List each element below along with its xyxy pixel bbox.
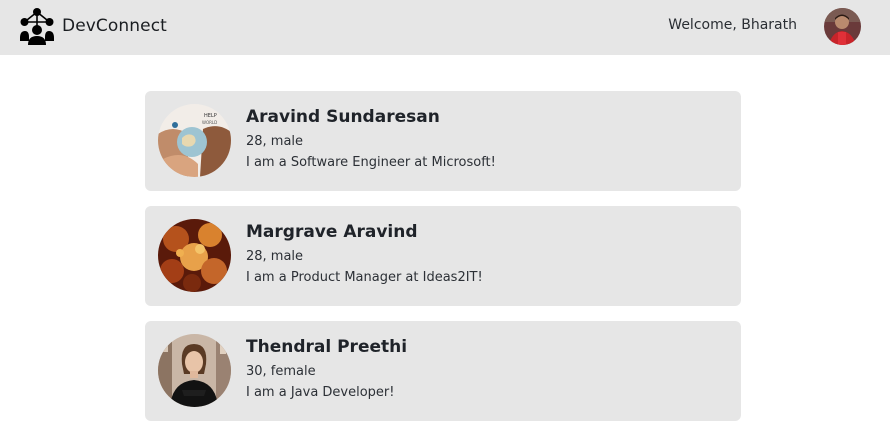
profile-avatar <box>158 219 231 292</box>
profile-name: Aravind Sundaresan <box>246 107 440 127</box>
profile-bio: I am a Software Engineer at Microsoft! <box>246 155 496 170</box>
profile-card[interactable]: Thendral Preethi 30, female I am a Java … <box>145 321 741 421</box>
profile-avatar: HELP WORLD <box>158 104 231 177</box>
profile-bio: I am a Java Developer! <box>246 385 395 400</box>
brand-link[interactable]: DevConnect <box>20 7 167 45</box>
profile-card[interactable]: Margrave Aravind 28, male I am a Product… <box>145 206 741 306</box>
profile-name: Thendral Preethi <box>246 337 408 357</box>
profile-card[interactable]: HELP WORLD Aravind Sundaresan 28, male I… <box>145 91 741 191</box>
profile-name: Margrave Aravind <box>246 222 418 242</box>
profile-age-gender: 30, female <box>246 364 316 379</box>
svg-text:WORLD: WORLD <box>202 120 217 125</box>
brand-name: DevConnect <box>62 16 167 36</box>
network-people-icon <box>20 8 54 45</box>
profile-avatar <box>158 334 231 407</box>
profile-age-gender: 28, male <box>246 134 304 149</box>
profile-age-gender: 28, male <box>246 249 304 264</box>
svg-text:HELP: HELP <box>204 113 217 119</box>
welcome-text: Welcome, Bharath <box>668 17 797 33</box>
profile-bio: I am a Product Manager at Ideas2IT! <box>246 270 483 285</box>
user-avatar[interactable] <box>824 8 861 45</box>
navbar: DevConnect Welcome, Bharath <box>0 0 890 55</box>
